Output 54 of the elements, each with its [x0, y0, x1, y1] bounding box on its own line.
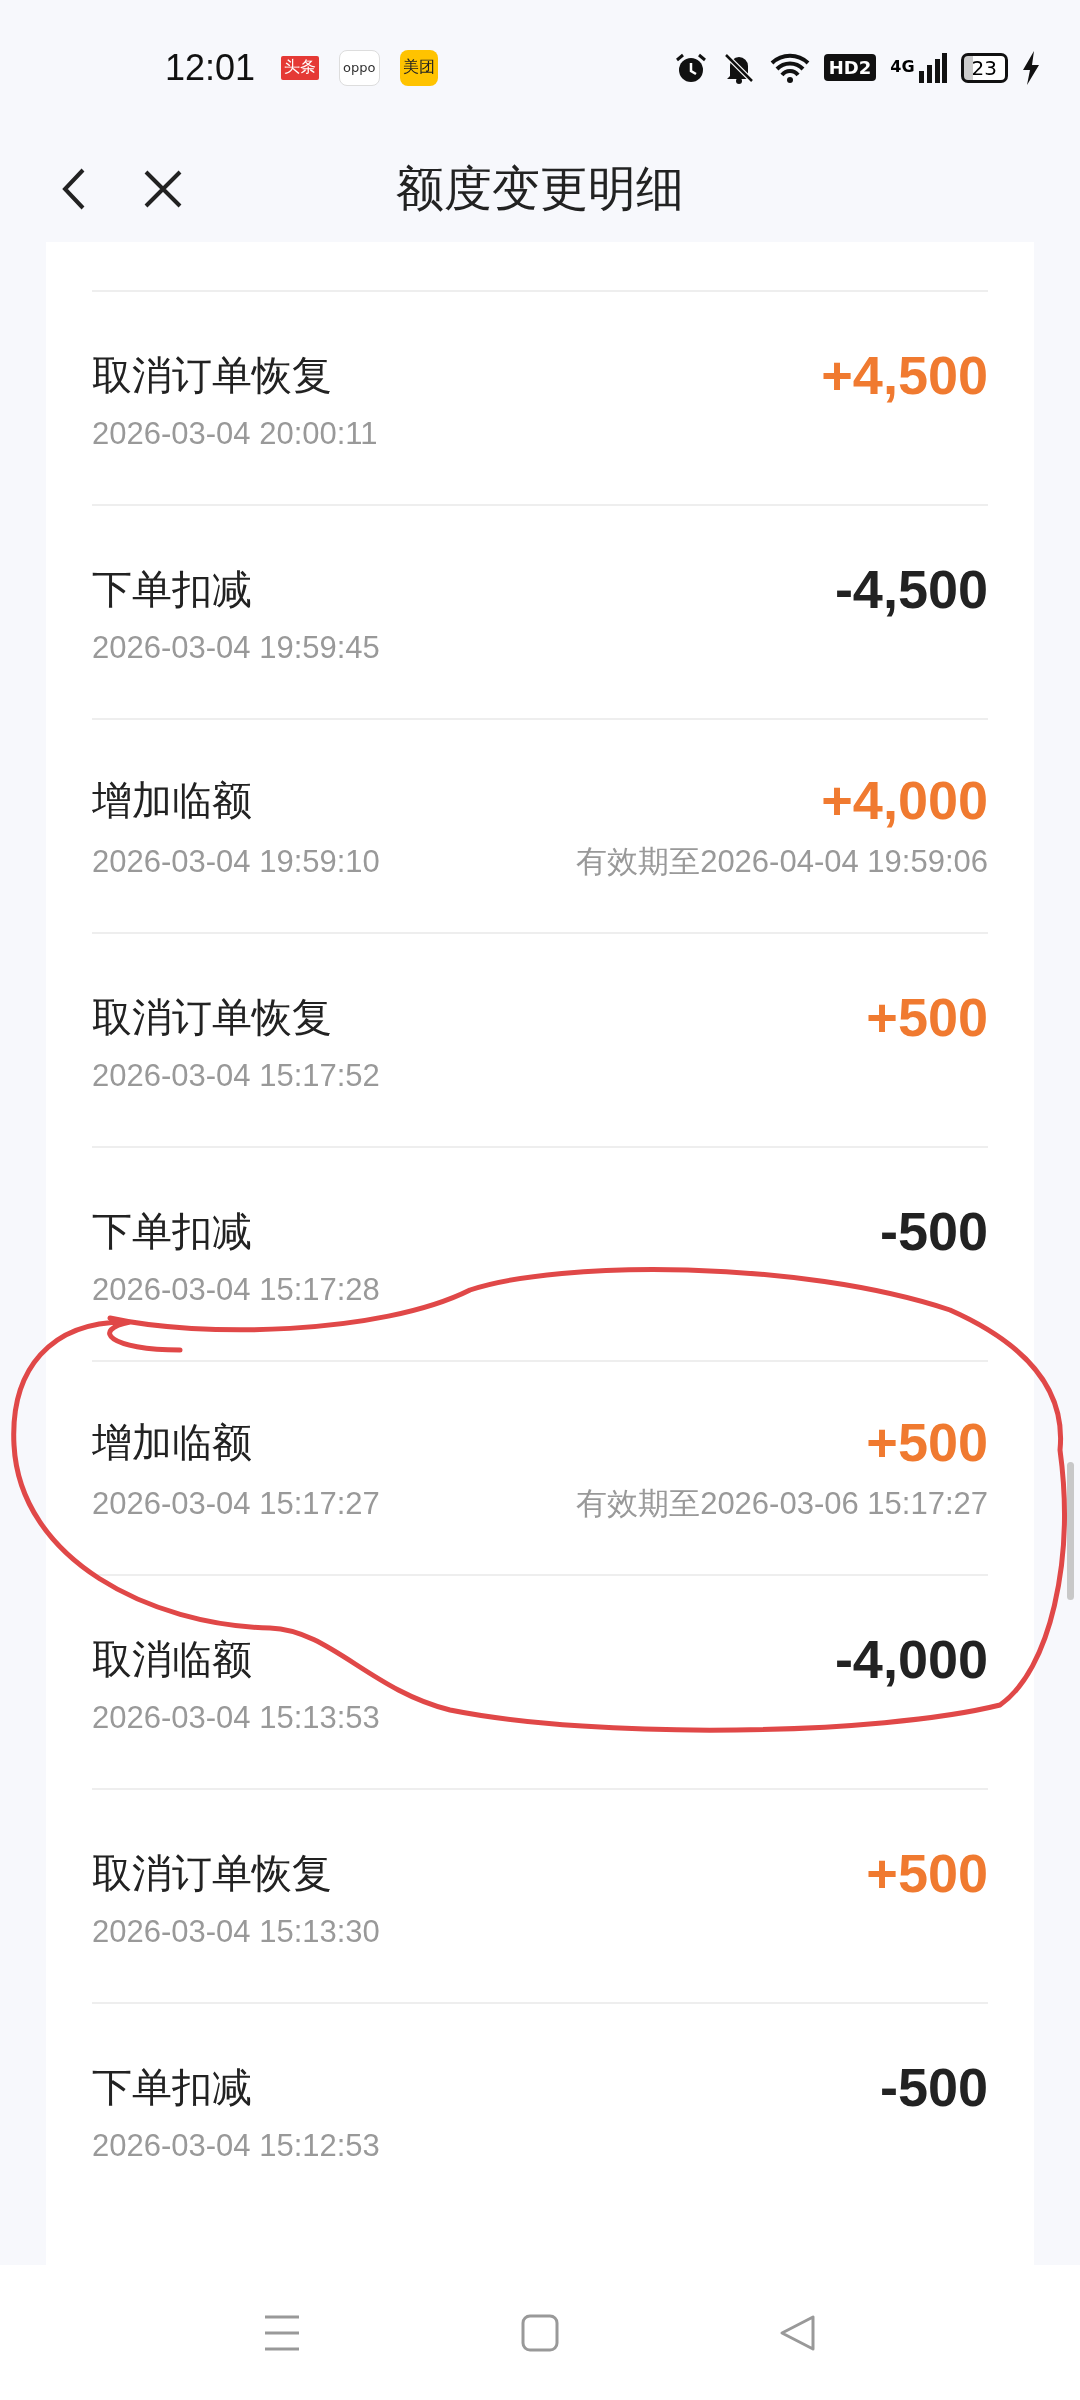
status-time: 12:01: [165, 46, 256, 89]
validity-text: 有效期至2026-03-06 15:17:27: [576, 1485, 988, 1523]
record-time: 2026-03-04 15:12:53: [92, 2128, 380, 2164]
home-icon[interactable]: [521, 2313, 559, 2352]
record-time: 2026-03-04 15:17:27: [92, 1486, 380, 1522]
record-title: 增加临额: [92, 775, 252, 825]
record-title: 下单扣减: [92, 2062, 252, 2112]
network-type: 4G: [890, 56, 915, 76]
app-notification-icon: 美团: [399, 49, 438, 86]
record-title: 取消订单恢复: [92, 1848, 332, 1898]
record-amount: -4,000: [834, 1628, 988, 1690]
record-row[interactable]: 取消订单恢复 +4,500 2026-03-04 20:00:11: [92, 290, 988, 504]
record-time: 2026-03-04 15:13:30: [92, 1914, 380, 1950]
menu-icon[interactable]: [263, 2313, 301, 2352]
record-row[interactable]: 取消订单恢复 +500 2026-03-04 15:17:52: [92, 932, 988, 1146]
record-amount: -4,500: [834, 558, 988, 620]
record-time: 2026-03-04 15:17:52: [92, 1058, 380, 1094]
record-title: 下单扣减: [92, 1206, 252, 1256]
signal-icon: [918, 52, 947, 83]
record-time: 2026-03-04 20:00:11: [92, 416, 378, 452]
record-amount: -500: [879, 2056, 988, 2118]
hd-badge: HD2: [823, 54, 877, 81]
back-icon[interactable]: [62, 167, 86, 210]
record-title: 取消订单恢复: [92, 350, 332, 400]
record-time: 2026-03-04 19:59:10: [92, 844, 380, 880]
record-amount: +500: [866, 1411, 988, 1473]
record-time: 2026-03-04 15:17:28: [92, 1272, 380, 1308]
charging-bolt-icon: [1022, 50, 1040, 85]
record-title: 取消订单恢复: [92, 992, 332, 1042]
scrollbar[interactable]: [1067, 1462, 1074, 1600]
record-amount: +500: [866, 1842, 988, 1904]
record-amount: +4,500: [821, 344, 988, 406]
record-amount: +500: [866, 986, 988, 1048]
record-row[interactable]: 下单扣减 -4,500 2026-03-04 19:59:45: [92, 504, 988, 718]
battery-level: 23: [960, 52, 1008, 83]
record-row[interactable]: 下单扣减 -500 2026-03-04 15:17:28: [92, 1146, 988, 1360]
close-icon[interactable]: [144, 169, 182, 208]
back-triangle-icon[interactable]: [779, 2313, 817, 2352]
record-title: 下单扣减: [92, 564, 252, 614]
record-row[interactable]: 下单扣减 -500 2026-03-04 15:12:53: [92, 2002, 988, 2216]
page-title: 额度变更明细: [396, 158, 684, 218]
record-row[interactable]: 增加临额 +500 2026-03-04 15:17:27 有效期至2026-03-06 15:17:27: [92, 1360, 988, 1574]
record-row[interactable]: 增加临额 +4,000 2026-03-04 19:59:10 有效期至2026-04-04 19:59:06: [92, 718, 988, 932]
record-row[interactable]: 取消订单恢复 +500 2026-03-04 15:13:30: [92, 1788, 988, 2002]
validity-text: 有效期至2026-04-04 19:59:06: [576, 843, 988, 881]
record-title: 增加临额: [92, 1417, 252, 1467]
record-row[interactable]: 取消临额 -4,000 2026-03-04 15:13:53: [92, 1574, 988, 1788]
app-notification-icon: 头条: [281, 55, 320, 80]
record-amount: +4,000: [821, 769, 988, 831]
record-amount: -500: [879, 1200, 988, 1262]
record-time: 2026-03-04 19:59:45: [92, 630, 380, 666]
record-title: 取消临额: [92, 1634, 252, 1684]
record-time: 2026-03-04 15:13:53: [92, 1700, 380, 1736]
app-notification-icon: oppo: [339, 49, 380, 86]
